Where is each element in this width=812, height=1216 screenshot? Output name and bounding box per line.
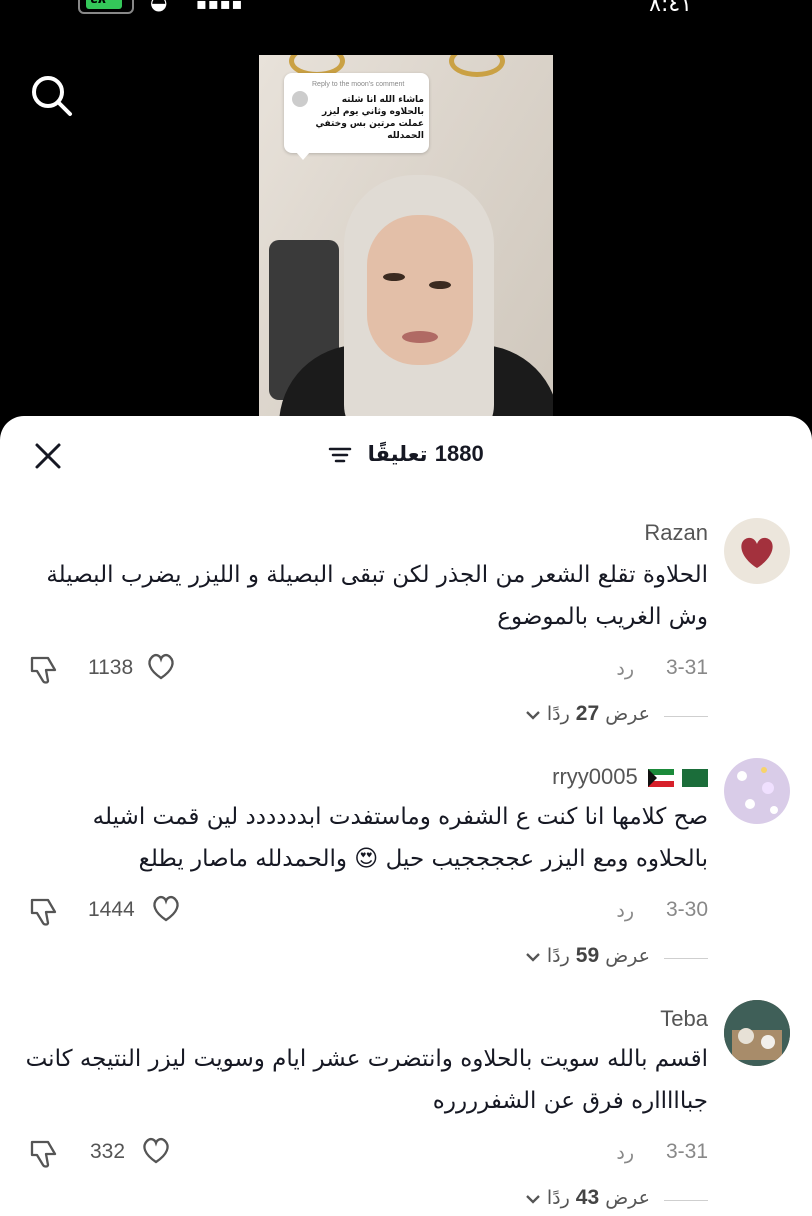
comment-username[interactable]: rryy0005: [552, 764, 708, 790]
username-text: rryy0005: [552, 764, 638, 789]
like-heart-icon[interactable]: [150, 892, 182, 924]
avatar[interactable]: [724, 518, 790, 584]
view-replies-button[interactable]: عرض 43 ردًا: [525, 1186, 650, 1210]
person-eye: [429, 281, 451, 289]
cafe-photo-icon: [724, 1000, 790, 1066]
replies-divider: [664, 958, 708, 959]
status-bar: ٤٨ ◒ ▪▪▪▪ ٨:٤١: [0, 0, 812, 22]
replies-divider: [664, 716, 708, 717]
avatar[interactable]: [724, 1000, 790, 1066]
view-replies-label: عرض: [605, 945, 650, 967]
person-eye: [383, 273, 405, 281]
reply-card-avatar: [292, 91, 308, 107]
search-button[interactable]: [30, 74, 74, 118]
reply-button[interactable]: رد: [616, 900, 634, 922]
video-preview[interactable]: Reply to the moon's comment ماشاء الله ا…: [259, 55, 553, 435]
view-replies-button[interactable]: عرض 27 ردًا: [525, 702, 650, 726]
view-replies-button[interactable]: عرض 59 ردًا: [525, 944, 650, 968]
dislike-icon[interactable]: [28, 1136, 62, 1170]
flowers-image-icon: [737, 767, 778, 814]
view-replies-unit: ردًا: [546, 703, 570, 725]
view-replies-unit: ردًا: [546, 1187, 570, 1209]
reply-card-header: Reply to the moon's comment: [312, 81, 405, 88]
reply-card-text: ماشاء الله انا شلته بالحلاوه وثاني يوم ل…: [315, 95, 424, 141]
battery-icon: ٤٨: [78, 0, 134, 14]
dislike-icon[interactable]: [28, 894, 62, 928]
comment-count-label: تعليقًا: [367, 442, 428, 466]
view-replies-count: 59: [575, 944, 600, 967]
reply-to-comment-card: Reply to the moon's comment ماشاء الله ا…: [284, 73, 429, 160]
like-count: 1138: [88, 656, 134, 679]
comment-count: 1880: [434, 441, 484, 466]
reply-card-tail: [296, 152, 310, 160]
comment-text: صح كلامها انا كنت ع الشفره وماستفدت ابدد…: [92, 804, 708, 872]
sort-filter-icon[interactable]: [328, 445, 352, 465]
chevron-down-icon: [525, 952, 540, 962]
view-replies-count: 27: [575, 702, 600, 725]
flag-kw-icon: [647, 769, 674, 788]
status-time: ٨:٤١: [649, 0, 692, 17]
comment-username[interactable]: Teba: [660, 1006, 708, 1032]
replies-divider: [664, 1200, 708, 1201]
comment-date: 3-31: [665, 1140, 708, 1163]
battery-label: ٤٨: [90, 0, 106, 7]
flag-sa-icon: [682, 769, 708, 788]
like-count: 332: [90, 1140, 126, 1163]
comments-header: 1880 تعليقًا: [0, 441, 812, 467]
reply-button[interactable]: رد: [616, 658, 634, 680]
comment-text: اقسم بالله سويت بالحلاوه وانتضرت عشر ايا…: [25, 1046, 708, 1114]
comment-username[interactable]: Razan: [644, 520, 708, 546]
view-replies-count: 43: [575, 1186, 600, 1209]
like-count: 1444: [88, 898, 135, 921]
view-replies-unit: ردًا: [546, 945, 570, 967]
like-heart-icon[interactable]: [145, 650, 177, 682]
view-replies-label: عرض: [605, 1187, 650, 1209]
avatar[interactable]: [724, 758, 790, 824]
heart-fingerprint-icon: [741, 537, 773, 568]
comment-text: الحلاوة تقلع الشعر من الجذر لكن تبقى الب…: [46, 562, 708, 630]
cellular-signal-icon: ▪▪▪▪: [196, 0, 244, 13]
chevron-down-icon: [525, 710, 540, 720]
comment-date: 3-30: [665, 898, 708, 921]
wifi-icon: ◒: [150, 0, 168, 14]
comments-sheet: 1880 تعليقًا Razan الحلاوة تقلع الشعر من…: [0, 416, 812, 1216]
like-heart-icon[interactable]: [140, 1134, 172, 1166]
dislike-icon[interactable]: [28, 652, 62, 686]
view-replies-label: عرض: [605, 703, 650, 725]
search-icon: [32, 76, 72, 116]
chevron-down-icon: [525, 1194, 540, 1204]
comment-date: 3-31: [665, 656, 708, 679]
person-lips: [402, 331, 438, 343]
reply-button[interactable]: رد: [616, 1142, 634, 1164]
